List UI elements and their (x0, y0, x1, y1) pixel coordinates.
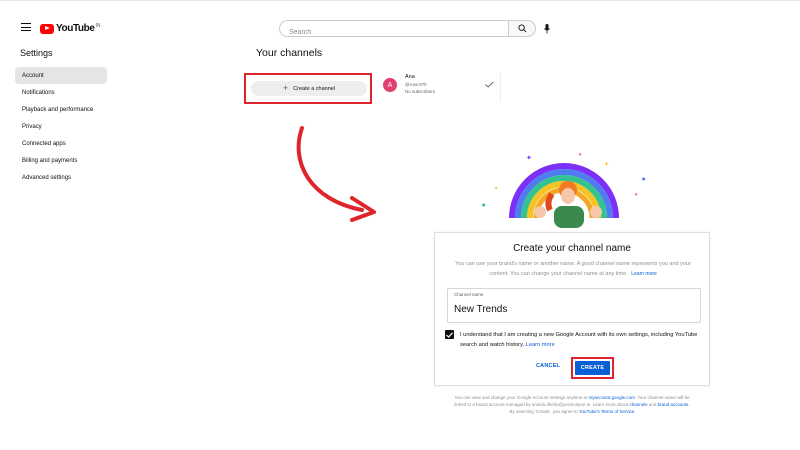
channel-subscribers: No subscribers (405, 89, 436, 94)
search-icon (517, 24, 526, 33)
logo-text: YouTube (56, 23, 95, 34)
check-icon (485, 81, 494, 88)
consent-text-body: I understand that I am creating a new Go… (460, 332, 698, 348)
create-button[interactable]: CREATE (575, 361, 610, 375)
nav-item-notifications[interactable]: Notifications (15, 84, 107, 101)
plus-icon: + (282, 83, 289, 93)
channel-handle: @Ana-07h (405, 82, 427, 87)
channel-name-label: Channel name (454, 292, 484, 297)
rainbow-illustration: ✦ ✦ ✦ ✦ ● ● ✦ (482, 152, 646, 228)
consent-checkbox[interactable] (445, 330, 454, 339)
dialog-footer-text: You can view and change your Google Acco… (452, 394, 692, 415)
cancel-button[interactable]: CANCEL (536, 363, 560, 369)
nav-item-privacy[interactable]: Privacy (15, 118, 107, 135)
nav-item-billing[interactable]: Billing and payments (15, 152, 107, 169)
create-channel-label: Create a channel (293, 85, 336, 92)
channel-name: Ana (405, 74, 415, 80)
svg-text:●: ● (482, 202, 486, 207)
consent-learn-more-link[interactable]: Learn more (526, 342, 555, 348)
svg-text:✦: ✦ (604, 161, 609, 168)
avatar: A (383, 78, 397, 92)
channel-name-input[interactable] (454, 304, 694, 315)
logo-country-code: IN (95, 23, 101, 29)
dialog-description: You can use your brand's name or another… (449, 260, 697, 279)
footer-text-1: You can view and change your Google Acco… (454, 395, 589, 400)
microphone-icon (544, 23, 550, 33)
brand-accounts-link[interactable]: brand accounts (658, 402, 689, 407)
footer-text-3: and (647, 402, 658, 407)
youtube-play-icon (40, 23, 54, 34)
curved-arrow-icon (296, 126, 376, 222)
svg-text:✦: ✦ (634, 192, 638, 198)
settings-title: Settings (20, 48, 53, 58)
svg-text:●: ● (642, 176, 646, 181)
settings-nav: Account Notifications Playback and perfo… (15, 67, 107, 186)
search-button[interactable] (508, 20, 536, 37)
create-channel-highlight: + Create a channel (244, 73, 372, 104)
dialog-title: Create your channel name (513, 243, 631, 254)
create-channel-button[interactable]: + Create a channel (251, 81, 367, 96)
search-box (279, 20, 509, 40)
create-button-highlight: CREATE (571, 357, 614, 379)
top-bar: YouTube IN (0, 0, 800, 44)
nav-item-connected-apps[interactable]: Connected apps (15, 135, 107, 152)
nav-item-account[interactable]: Account (15, 67, 107, 84)
svg-text:✦: ✦ (526, 154, 532, 162)
svg-text:✦: ✦ (578, 152, 582, 158)
page-title: Your channels (256, 47, 323, 59)
terms-of-service-link[interactable]: YouTube's Terms of Service (579, 409, 634, 414)
channel-name-field: Channel name (447, 288, 701, 323)
create-channel-dialog: Create your channel name You can use you… (434, 232, 710, 386)
nav-item-playback[interactable]: Playback and performance (15, 101, 107, 118)
hamburger-menu-icon[interactable] (21, 23, 31, 31)
checkmark-icon (446, 331, 453, 338)
learn-more-link[interactable]: Learn more (631, 271, 657, 277)
channel-card[interactable]: A Ana @Ana-07h No subscribers (381, 72, 501, 102)
svg-text:✦: ✦ (494, 186, 498, 192)
consent-text: I understand that I am creating a new Go… (460, 330, 700, 350)
myaccount-link[interactable]: myaccount.google.com (589, 395, 635, 400)
search-input[interactable] (280, 25, 508, 40)
nav-item-advanced[interactable]: Advanced settings (15, 169, 107, 186)
channels-link[interactable]: channels (630, 402, 648, 407)
youtube-logo[interactable]: YouTube IN (40, 23, 101, 34)
voice-search-button[interactable] (541, 22, 553, 35)
